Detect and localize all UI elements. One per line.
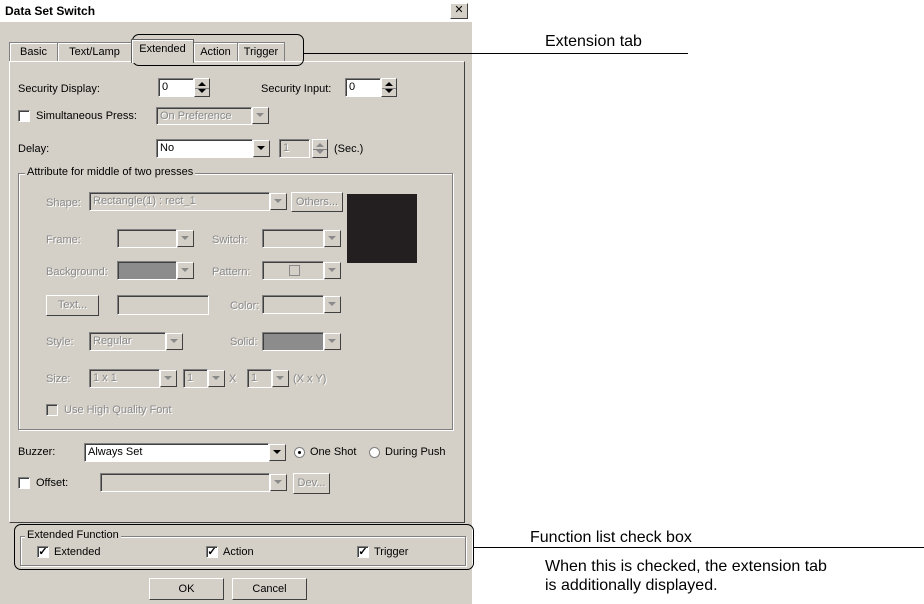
simultaneous-press-dropdown-icon[interactable] [252,107,269,124]
style-select[interactable]: Regular [89,332,166,351]
shape-label: Shape: [46,197,81,209]
color-label: Color: [230,300,260,312]
cancel-button[interactable]: Cancel [232,578,307,600]
shape-dropdown-icon[interactable] [270,193,287,210]
size-x-select[interactable]: 1 [183,369,208,388]
buzzer-select[interactable]: Always Set [84,443,269,462]
size-label: Size: [46,373,71,385]
color-dropdown-icon[interactable] [324,296,341,313]
during-push-label: During Push [385,446,446,458]
one-shot-label: One Shot [310,446,357,458]
pattern-select[interactable] [262,261,324,280]
pattern-dropdown-icon[interactable] [324,262,341,279]
switch-select[interactable] [262,229,324,248]
attribute-group-title: Attribute for middle of two presses [25,166,196,178]
delay-unit-label: (Sec.) [334,143,364,155]
function-list-annotation: Function list check box [530,529,692,546]
data-set-switch-dialog: Data Set Switch ✕ Basic Text/Lamp Extend… [0,0,472,604]
switch-label: Switch: [212,234,248,246]
simultaneous-press-label: Simultaneous Press: [36,110,137,122]
function-list-callout-line [473,547,924,548]
delay-seconds-spinner[interactable] [312,139,328,158]
offset-label: Offset: [36,477,69,489]
frame-select[interactable] [117,229,177,248]
background-label: Background: [46,266,108,278]
background-dropdown-icon[interactable] [177,262,194,279]
delay-select[interactable]: No [156,139,253,158]
size-dropdown-icon[interactable] [160,370,177,387]
security-display-label: Security Display: [18,83,100,95]
offset-checkbox[interactable] [18,477,30,489]
frame-label: Frame: [46,234,81,246]
style-label: Style: [46,336,74,348]
security-input-input[interactable]: 0 [345,78,381,97]
security-display-spinner[interactable] [194,78,210,97]
close-button[interactable]: ✕ [450,3,468,19]
size-unit-label: (X x Y) [293,373,327,385]
others-button[interactable]: Others... [291,192,343,212]
solid-dropdown-icon[interactable] [324,333,341,350]
switch-dropdown-icon[interactable] [324,230,341,247]
function-note-line-2: is additionally displayed. [545,577,718,594]
pattern-label: Pattern: [212,266,251,278]
offset-dropdown-icon[interactable] [270,474,287,491]
shape-select[interactable]: Rectangle(1) : rect_1 [89,192,270,211]
frame-dropdown-icon[interactable] [177,230,194,247]
size-y-dropdown-icon[interactable] [272,370,289,387]
size-y-select[interactable]: 1 [247,369,272,388]
simultaneous-press-checkbox[interactable] [18,110,30,122]
size-times-label: X [229,373,237,385]
high-quality-font-checkbox[interactable] [46,404,58,416]
security-input-spinner[interactable] [381,78,397,97]
tab-extended[interactable]: Extended [131,39,194,63]
security-display-input[interactable]: 0 [158,78,194,97]
title-bar: Data Set Switch ✕ [0,0,472,22]
delay-dropdown-icon[interactable] [253,140,270,157]
color-select[interactable] [262,295,324,314]
solid-label: Solid: [230,336,258,348]
solid-select[interactable] [262,332,324,351]
dev-button[interactable]: Dev... [293,473,330,494]
text-button[interactable]: Text... [46,295,99,316]
pattern-swatch-icon [289,265,300,276]
background-select[interactable] [117,261,177,280]
high-quality-font-label: Use High Quality Font [64,404,172,416]
delay-seconds-input[interactable]: 1 [279,139,310,158]
one-shot-radio[interactable] [294,447,305,458]
function-list-highlight [14,524,474,570]
dialog-title: Data Set Switch [5,4,96,18]
ok-button[interactable]: OK [149,578,224,600]
delay-label: Delay: [18,143,50,155]
extension-tab-annotation: Extension tab [545,33,642,50]
buzzer-dropdown-icon[interactable] [269,444,286,461]
buzzer-label: Buzzer: [18,446,56,458]
preview-swatch [347,194,417,263]
function-note-line-1: When this is checked, the extension tab [545,558,827,575]
size-select[interactable]: 1 x 1 [89,369,160,388]
during-push-radio[interactable] [369,447,380,458]
simultaneous-press-select[interactable]: On Preference [156,107,252,125]
size-x-dropdown-icon[interactable] [208,370,225,387]
offset-select[interactable] [100,473,270,492]
text-value-field[interactable] [117,295,209,315]
extension-tab-callout-line [303,53,688,54]
style-dropdown-icon[interactable] [166,333,183,350]
tab-basic[interactable]: Basic [9,42,58,62]
tab-text-lamp[interactable]: Text/Lamp [57,42,132,62]
security-input-label: Security Input: [261,83,332,95]
